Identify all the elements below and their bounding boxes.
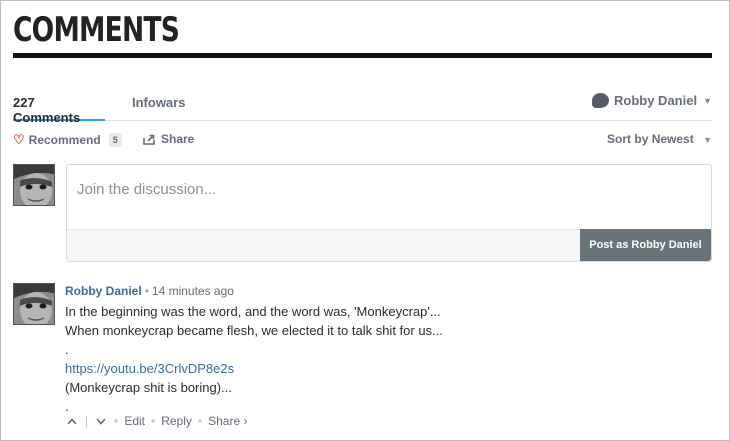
avatar[interactable] [13,283,55,325]
comment-composer: Post as Robby Daniel [66,164,712,262]
caret-down-icon: ▼ [703,95,712,106]
comment-link[interactable]: https://youtu.be/3CrlvDP8e2s [65,361,234,376]
comment-text-line: (Monkeycrap shit is boring)... [65,380,232,395]
user-avatar-image [14,284,54,324]
action-separator: | [85,414,89,428]
comment-meta: Robby Daniel • 14 minutes ago [65,284,705,300]
comment-actions: | • Edit • Reply • Share › [65,414,247,428]
post-comment-button[interactable]: Post as Robby Daniel [580,229,711,261]
edit-link[interactable]: Edit [124,414,145,428]
reply-link[interactable]: Reply [161,414,192,428]
composer-footer: Post as Robby Daniel [67,229,711,261]
thread-actions: ♡ Recommend 5 Share Sort by Newest ▼ [13,132,712,150]
recommend-count-badge: 5 [108,133,122,147]
share-thread-button[interactable]: Share [143,132,194,146]
downvote-icon[interactable] [94,414,108,428]
share-comment-link[interactable]: Share › [208,414,247,428]
title-divider [13,53,712,58]
share-icon [143,134,155,145]
tab-community[interactable]: Infowars [132,95,185,121]
user-menu-name: Robby Daniel [614,93,698,108]
comment-text-line: When monkeycrap became flesh, we elected… [65,323,443,338]
action-separator: • [114,414,119,428]
caret-down-icon: ▼ [703,135,712,145]
comment-item: Robby Daniel • 14 minutes ago In the begin… [65,284,705,416]
user-avatar-image [14,165,54,205]
comment-author[interactable]: Robby Daniel [65,284,142,298]
recommend-button[interactable]: ♡ Recommend 5 [13,132,122,148]
share-label: Share [161,132,195,146]
page-title: COMMENTS [13,10,180,50]
comment-input[interactable] [77,178,697,200]
comment-text-line: . [65,342,69,357]
action-separator: • [197,414,203,428]
recommend-label: Recommend [28,133,101,147]
action-separator: • [151,414,156,428]
user-menu[interactable]: Robby Daniel ▼ [592,93,712,108]
sort-label: Sort by Newest [607,132,694,146]
heart-icon: ♡ [13,132,25,147]
comment-tabs: 227 Comments Infowars Robby Daniel ▼ [13,93,712,125]
avatar[interactable] [13,164,55,206]
sort-dropdown[interactable]: Sort by Newest ▼ [607,132,712,146]
meta-separator: • [144,284,149,298]
tab-comments-count[interactable]: 227 Comments [13,95,105,125]
upvote-icon[interactable] [65,414,79,428]
chat-bubble-icon [592,93,609,108]
comment-timestamp[interactable]: 14 minutes ago [152,284,234,298]
comment-text-line: In the beginning was the word, and the w… [65,304,441,319]
